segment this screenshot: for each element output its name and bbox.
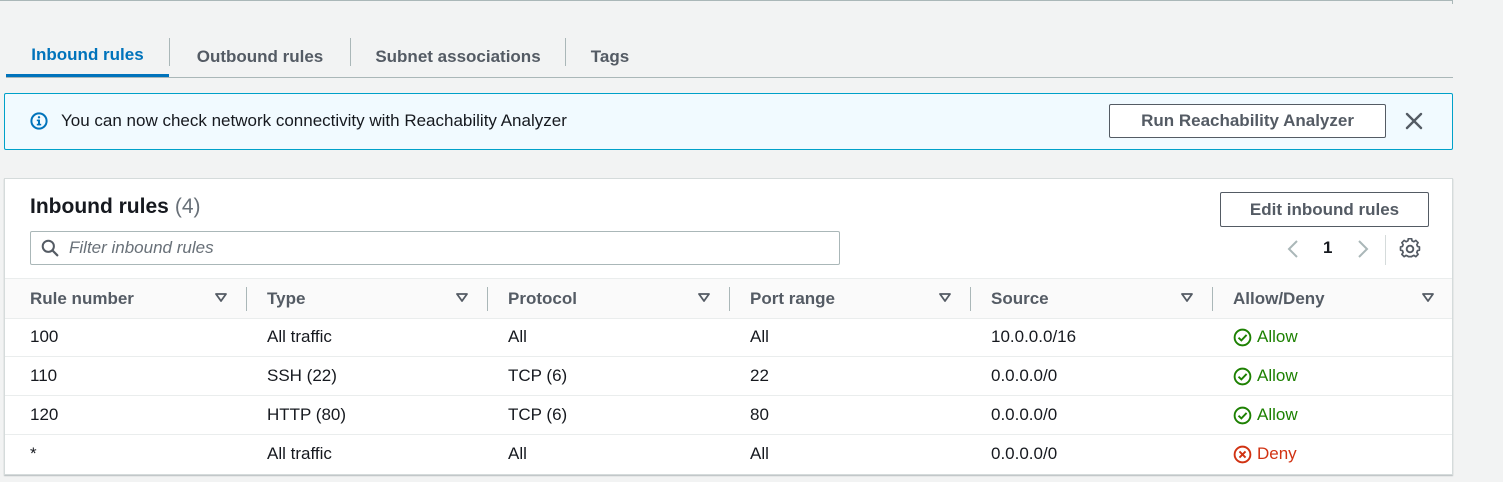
- column-header-port-range[interactable]: Port range: [725, 279, 966, 318]
- cell-port-range: All: [750, 444, 769, 463]
- panel-title: Inbound rules (4): [30, 195, 201, 219]
- cell-allow-deny: Allow: [1208, 396, 1298, 434]
- close-icon[interactable]: [1403, 110, 1425, 132]
- sort-caret-icon[interactable]: [939, 293, 951, 303]
- status-label: Allow: [1257, 405, 1298, 424]
- check-circle-icon: [1233, 328, 1252, 346]
- info-banner: You can now check network connectivity w…: [4, 93, 1453, 150]
- chevron-right-icon[interactable]: [1355, 239, 1371, 259]
- cell-type: HTTP (80): [267, 405, 347, 424]
- chevron-left-icon[interactable]: [1285, 239, 1301, 259]
- column-label: Protocol: [508, 288, 577, 308]
- run-reachability-analyzer-button[interactable]: Run Reachability Analyzer: [1109, 104, 1386, 138]
- column-header-type[interactable]: Type: [242, 279, 483, 318]
- pagination-separator: [1385, 235, 1386, 265]
- sort-caret-icon[interactable]: [698, 293, 710, 303]
- table-row[interactable]: 110 SSH (22) TCP (6) 22 0.0.0.0/0 Allow: [5, 357, 1452, 396]
- column-header-protocol[interactable]: Protocol: [483, 279, 724, 318]
- column-label: Allow/Deny: [1233, 288, 1325, 308]
- cell-rule-number: 120: [30, 405, 59, 424]
- status-allow: Allow: [1233, 405, 1298, 425]
- filter-input[interactable]: [69, 233, 829, 263]
- cell-protocol: TCP (6): [508, 366, 568, 385]
- banner-message: You can now check network connectivity w…: [61, 111, 567, 130]
- cell-rule-number: 110: [30, 366, 58, 385]
- column-header-allow-deny[interactable]: Allow/Deny: [1208, 279, 1449, 318]
- cell-allow-deny: Deny: [1208, 435, 1297, 473]
- cell-protocol: All: [508, 327, 527, 346]
- cell-allow-deny: Allow: [1208, 318, 1298, 356]
- rule-count: (4): [174, 195, 201, 218]
- cell-source: 0.0.0.0/0: [991, 366, 1058, 385]
- info-icon: [30, 112, 48, 130]
- sort-caret-icon[interactable]: [215, 293, 227, 303]
- column-header-rule-number[interactable]: Rule number: [5, 279, 246, 318]
- cell-type: SSH (22): [267, 366, 337, 385]
- status-label: Allow: [1257, 327, 1298, 346]
- cell-port-range: 80: [750, 405, 769, 424]
- cell-source: 0.0.0.0/0: [991, 405, 1058, 424]
- cell-source: 0.0.0.0/0: [991, 444, 1058, 463]
- status-deny: Deny: [1233, 444, 1297, 464]
- cell-rule-number: *: [30, 444, 37, 463]
- status-label: Deny: [1257, 444, 1297, 463]
- top-divider: [0, 0, 1453, 1]
- top-divider-corner: [1452, 0, 1453, 4]
- status-label: Allow: [1257, 366, 1298, 385]
- status-allow: Allow: [1233, 366, 1298, 386]
- tab-tags[interactable]: Tags: [566, 36, 654, 77]
- column-label: Source: [991, 288, 1049, 308]
- check-circle-icon: [1233, 406, 1252, 424]
- tab-outbound-rules[interactable]: Outbound rules: [170, 36, 350, 77]
- edit-inbound-rules-button[interactable]: Edit inbound rules: [1220, 192, 1429, 227]
- gear-icon[interactable]: [1399, 238, 1421, 260]
- column-header-source[interactable]: Source: [966, 279, 1207, 318]
- column-label: Rule number: [30, 288, 134, 308]
- column-label: Port range: [750, 288, 836, 308]
- x-circle-icon: [1233, 445, 1252, 463]
- tab-bar: Inbound rules Outbound rules Subnet asso…: [6, 36, 1453, 78]
- table-row[interactable]: 120 HTTP (80) TCP (6) 80 0.0.0.0/0 Allow: [5, 396, 1452, 435]
- cell-rule-number: 100: [30, 327, 59, 346]
- cell-source: 10.0.0.0/16: [991, 327, 1077, 346]
- cell-protocol: TCP (6): [508, 405, 568, 424]
- table-row[interactable]: * All traffic All All 0.0.0.0/0 Deny: [5, 435, 1452, 474]
- search-icon: [41, 239, 59, 257]
- cell-port-range: 22: [750, 366, 769, 385]
- filter-box: [30, 231, 840, 265]
- panel-title-text: Inbound rules: [30, 195, 169, 218]
- cell-protocol: All: [508, 444, 527, 463]
- sort-caret-icon[interactable]: [1422, 293, 1434, 303]
- sort-caret-icon[interactable]: [1181, 293, 1193, 303]
- cell-type: All traffic: [267, 327, 332, 346]
- cell-port-range: All: [750, 327, 769, 346]
- tab-subnet-associations[interactable]: Subnet associations: [351, 36, 565, 77]
- check-circle-icon: [1233, 367, 1252, 385]
- sort-caret-icon[interactable]: [456, 293, 468, 303]
- status-allow: Allow: [1233, 327, 1298, 347]
- cell-type: All traffic: [267, 444, 332, 463]
- table-header: Rule number Type Protocol Port range Sou…: [5, 278, 1452, 319]
- page-number[interactable]: 1: [1323, 238, 1332, 258]
- column-label: Type: [267, 288, 306, 308]
- inbound-rules-panel: Inbound rules(4) Edit inbound rules 1 Ru…: [4, 178, 1453, 475]
- cell-allow-deny: Allow: [1208, 357, 1298, 395]
- tab-inbound-rules[interactable]: Inbound rules: [6, 36, 169, 77]
- table-row[interactable]: 100 All traffic All All 10.0.0.0/16 Allo…: [5, 318, 1452, 357]
